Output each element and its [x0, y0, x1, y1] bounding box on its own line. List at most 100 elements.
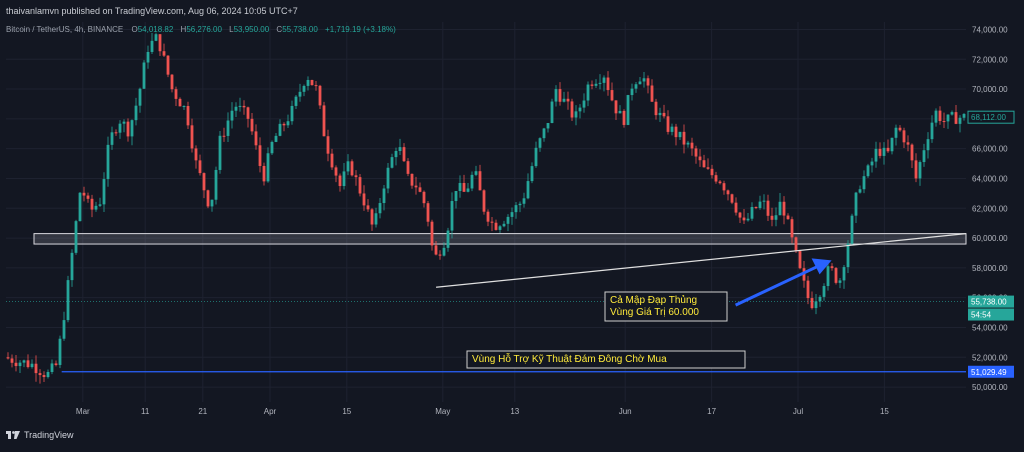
symbol-name[interactable]: Bitcoin / TetherUS, 4h, BINANCE	[6, 25, 123, 34]
candle-body	[246, 107, 250, 119]
x-axis: Mar 11 21 Apr 15 May 13 Jun 17 Jul 15	[76, 407, 889, 416]
candle-body	[694, 148, 698, 157]
candle-body	[230, 110, 234, 121]
candle-body	[510, 212, 514, 217]
candle-body	[214, 169, 218, 200]
candle-body	[494, 222, 498, 230]
candle-body	[846, 243, 850, 268]
candle-body	[866, 165, 870, 177]
candle-body	[438, 254, 442, 256]
candle-body	[370, 209, 374, 225]
candle-body	[394, 150, 398, 158]
candle-body	[294, 96, 298, 106]
candle-body	[426, 203, 430, 222]
footer[interactable]: TradingView	[6, 430, 74, 440]
candle-body	[962, 113, 966, 118]
candle-body	[498, 226, 502, 230]
candle-body	[774, 215, 778, 220]
candle-body	[570, 101, 574, 118]
candle-body	[202, 173, 206, 191]
footer-brand: TradingView	[24, 430, 74, 440]
candle-body	[142, 62, 146, 89]
candle-body	[22, 360, 26, 363]
candle-body	[530, 166, 534, 182]
candle-body	[386, 167, 390, 189]
candle-body	[850, 215, 854, 244]
candle-body	[758, 201, 762, 209]
candle-body	[518, 203, 522, 206]
candle-body	[334, 167, 338, 176]
candle-body	[234, 106, 238, 111]
candle-body	[542, 128, 546, 139]
candle-body	[250, 118, 254, 132]
candle-body	[546, 123, 550, 129]
high-value: 56,276.00	[186, 25, 222, 34]
candle-body	[302, 85, 306, 92]
candle-body	[938, 110, 942, 122]
candle-body	[730, 194, 734, 203]
candle-body	[762, 200, 766, 202]
candle-body	[894, 127, 898, 138]
candle-body	[318, 85, 322, 106]
candle-body	[218, 135, 222, 170]
candle-body	[42, 375, 46, 378]
y-tick-label: 72,000.00	[972, 55, 1008, 64]
candle-body	[338, 175, 342, 187]
candle-body	[534, 147, 538, 167]
candle-body	[322, 105, 326, 137]
candle-body	[914, 160, 918, 179]
candle-body	[30, 363, 34, 368]
x-tick-label: Apr	[264, 407, 277, 416]
candle-body	[138, 88, 142, 106]
candle-body	[574, 111, 578, 118]
candle-body	[290, 105, 294, 122]
candle-body	[578, 107, 582, 112]
candle-body	[794, 237, 798, 252]
low-label: L	[229, 25, 234, 34]
candle-body	[90, 198, 94, 210]
candle-body	[274, 135, 278, 142]
candle-body	[590, 84, 594, 86]
candle-body	[190, 125, 194, 149]
candle-body	[422, 191, 426, 204]
candle-body	[478, 171, 482, 191]
candle-body	[906, 142, 910, 145]
candle-body	[514, 205, 518, 213]
candle-body	[922, 150, 926, 163]
candle-body	[310, 79, 314, 86]
candle-body	[550, 101, 554, 124]
x-tick-label: Jun	[619, 407, 632, 416]
arrow-shaft	[734, 265, 819, 307]
candle-body	[378, 203, 382, 214]
candle-body	[838, 280, 842, 283]
candle-body	[458, 183, 462, 192]
annotations: Cả Mập Đạp ThủngVùng Giá Trị 60.000 Vùng …	[466, 258, 832, 369]
candle-body	[50, 363, 54, 373]
candle-body	[686, 142, 690, 145]
candle-body	[638, 81, 642, 85]
candle-body	[346, 161, 350, 172]
grid	[6, 22, 966, 402]
candle-body	[934, 110, 938, 123]
candle-body	[170, 74, 174, 90]
y-tick-label: 58,000.00	[972, 264, 1008, 273]
candle-body	[538, 138, 542, 148]
y-tick-label: 64,000.00	[972, 174, 1008, 183]
candle-body	[582, 100, 586, 108]
candle-body	[454, 191, 458, 202]
candle-body	[178, 98, 182, 107]
price-tag-label: 54:54	[971, 311, 992, 320]
price-chart[interactable]: Cả Mập Đạp ThủngVùng Giá Trị 60.000 Vùng …	[0, 0, 1024, 447]
candle-body	[414, 185, 418, 188]
low-value: 53,950.00	[233, 25, 270, 34]
candle-body	[674, 126, 678, 138]
candle-body	[930, 122, 934, 140]
candle-body	[958, 117, 962, 124]
candle-body	[418, 187, 422, 192]
candle-body	[410, 173, 414, 186]
candle-body	[886, 147, 890, 152]
price-tag-label: 51,029.49	[971, 368, 1007, 377]
y-tick-label: 70,000.00	[972, 85, 1008, 94]
candle-body	[746, 218, 750, 221]
candle-body	[262, 165, 266, 182]
